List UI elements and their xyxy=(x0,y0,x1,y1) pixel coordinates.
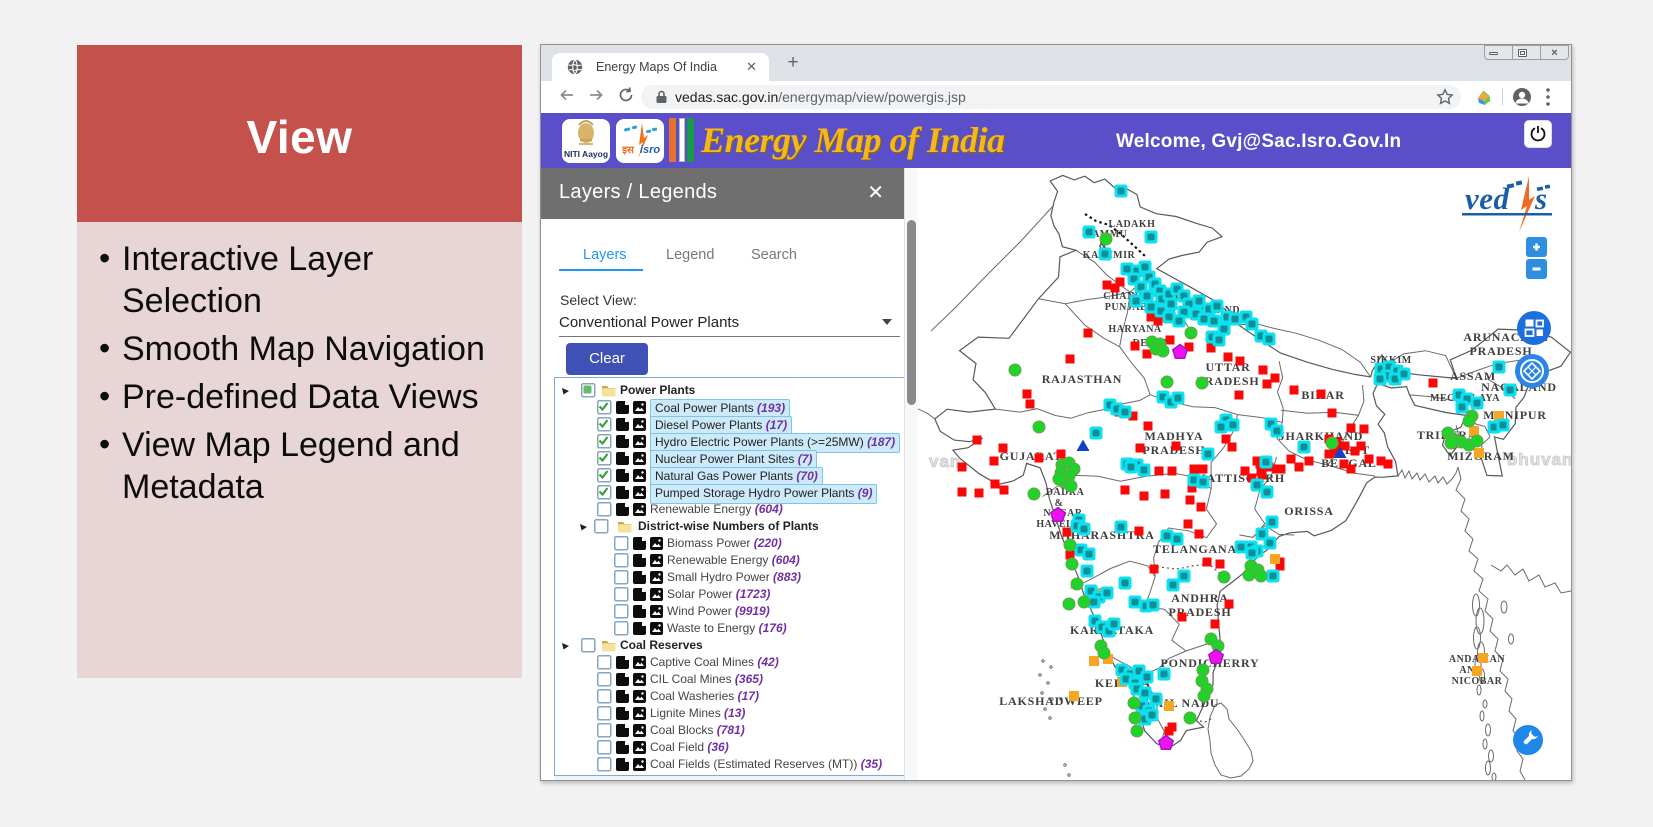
svg-text:ANDAMAN: ANDAMAN xyxy=(1449,654,1506,665)
svg-text:GUJARAT: GUJARAT xyxy=(1000,449,1063,463)
svg-text:MANIPUR: MANIPUR xyxy=(1483,408,1547,422)
svg-text:van: van xyxy=(929,452,961,471)
svg-text:bhuvan: bhuvan xyxy=(1507,450,1571,469)
svg-text:ved: ved xyxy=(1465,181,1510,216)
svg-text:HARYANA: HARYANA xyxy=(1108,324,1162,335)
svg-text:NAGALAND: NAGALAND xyxy=(1481,380,1557,394)
svg-text:इस: इस xyxy=(621,145,635,156)
svg-text:isro: isro xyxy=(640,144,660,156)
svg-text:ORISSA: ORISSA xyxy=(1284,504,1333,518)
svg-text:PRADESH: PRADESH xyxy=(1470,344,1533,358)
svg-text:RAJASTHAN: RAJASTHAN xyxy=(1042,372,1123,386)
svg-text:ANDHRA: ANDHRA xyxy=(1171,591,1228,605)
svg-text:TELANGANA: TELANGANA xyxy=(1153,542,1237,556)
svg-text:NITI Aayog: NITI Aayog xyxy=(564,149,608,159)
svg-text:MADHYA: MADHYA xyxy=(1144,429,1203,443)
svg-text:LAKSHADWEEP: LAKSHADWEEP xyxy=(999,694,1102,708)
svg-text:NICOBAR: NICOBAR xyxy=(1452,676,1503,687)
